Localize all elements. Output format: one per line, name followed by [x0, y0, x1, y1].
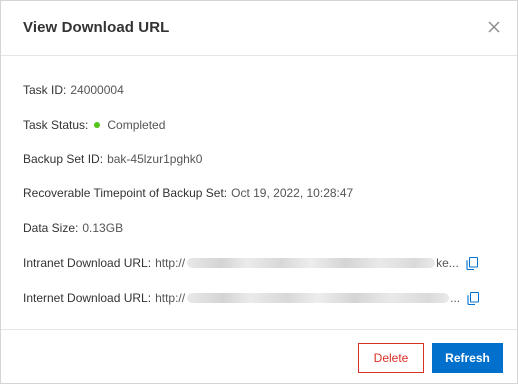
backup-set-id-row: Backup Set ID: bak-45lzur1pghk0: [23, 152, 202, 166]
backup-set-id-separator: :: [99, 152, 104, 166]
internet-url-label: Internet Download URL: [23, 291, 148, 305]
task-status-value: Completed: [107, 118, 166, 132]
task-status-row: Task Status: Completed: [23, 118, 165, 132]
dialog-title: View Download URL: [23, 19, 170, 36]
timepoint-separator: :: [223, 186, 228, 200]
dialog-footer: Delete Refresh: [1, 329, 517, 384]
task-id-separator: :: [63, 83, 67, 97]
intranet-url-separator: :: [147, 256, 152, 270]
intranet-url-row: Intranet Download URL: http:// ke...: [23, 256, 478, 270]
timepoint-value: Oct 19, 2022, 10:28:47: [231, 186, 354, 200]
internet-url-suffix: ...: [450, 291, 461, 305]
intranet-url-redacted: [187, 258, 436, 268]
task-id-value: 24000004: [70, 83, 124, 97]
timepoint-label: Recoverable Timepoint of Backup Set: [23, 186, 224, 200]
download-url-dialog: View Download URL Task ID: 24000004 Task…: [0, 0, 518, 384]
task-id-row: Task ID: 24000004: [23, 83, 124, 97]
copy-icon[interactable]: [467, 291, 480, 305]
task-id-label: Task ID: [23, 83, 64, 97]
task-status-separator: :: [85, 118, 89, 132]
internet-url-row: Internet Download URL: http:// ...: [23, 291, 480, 305]
delete-button[interactable]: Delete: [358, 343, 424, 373]
intranet-url-suffix: ke...: [436, 256, 459, 270]
timepoint-row: Recoverable Timepoint of Backup Set: Oct…: [23, 186, 353, 200]
dialog-header: View Download URL: [1, 1, 517, 56]
backup-set-id-value: bak-45lzur1pghk0: [107, 152, 203, 166]
close-icon[interactable]: [487, 20, 501, 34]
task-status-label: Task Status: [23, 118, 86, 132]
internet-url-prefix[interactable]: http://: [155, 291, 185, 305]
dialog-body: Task ID: 24000004 Task Status: Completed…: [1, 56, 517, 329]
internet-url-separator: :: [147, 291, 152, 305]
copy-icon[interactable]: [466, 256, 478, 270]
data-size-label: Data Size: [23, 221, 76, 235]
internet-url-redacted: [187, 293, 450, 303]
data-size-value: 0.13GB: [82, 221, 124, 235]
intranet-url-prefix[interactable]: http://: [155, 256, 185, 270]
refresh-button[interactable]: Refresh: [432, 343, 503, 373]
status-dot-icon: [94, 122, 101, 128]
backup-set-id-label: Backup Set ID: [23, 152, 100, 166]
data-size-row: Data Size: 0.13GB: [23, 221, 123, 235]
intranet-url-label: Intranet Download URL: [23, 256, 148, 270]
data-size-separator: :: [75, 221, 79, 235]
